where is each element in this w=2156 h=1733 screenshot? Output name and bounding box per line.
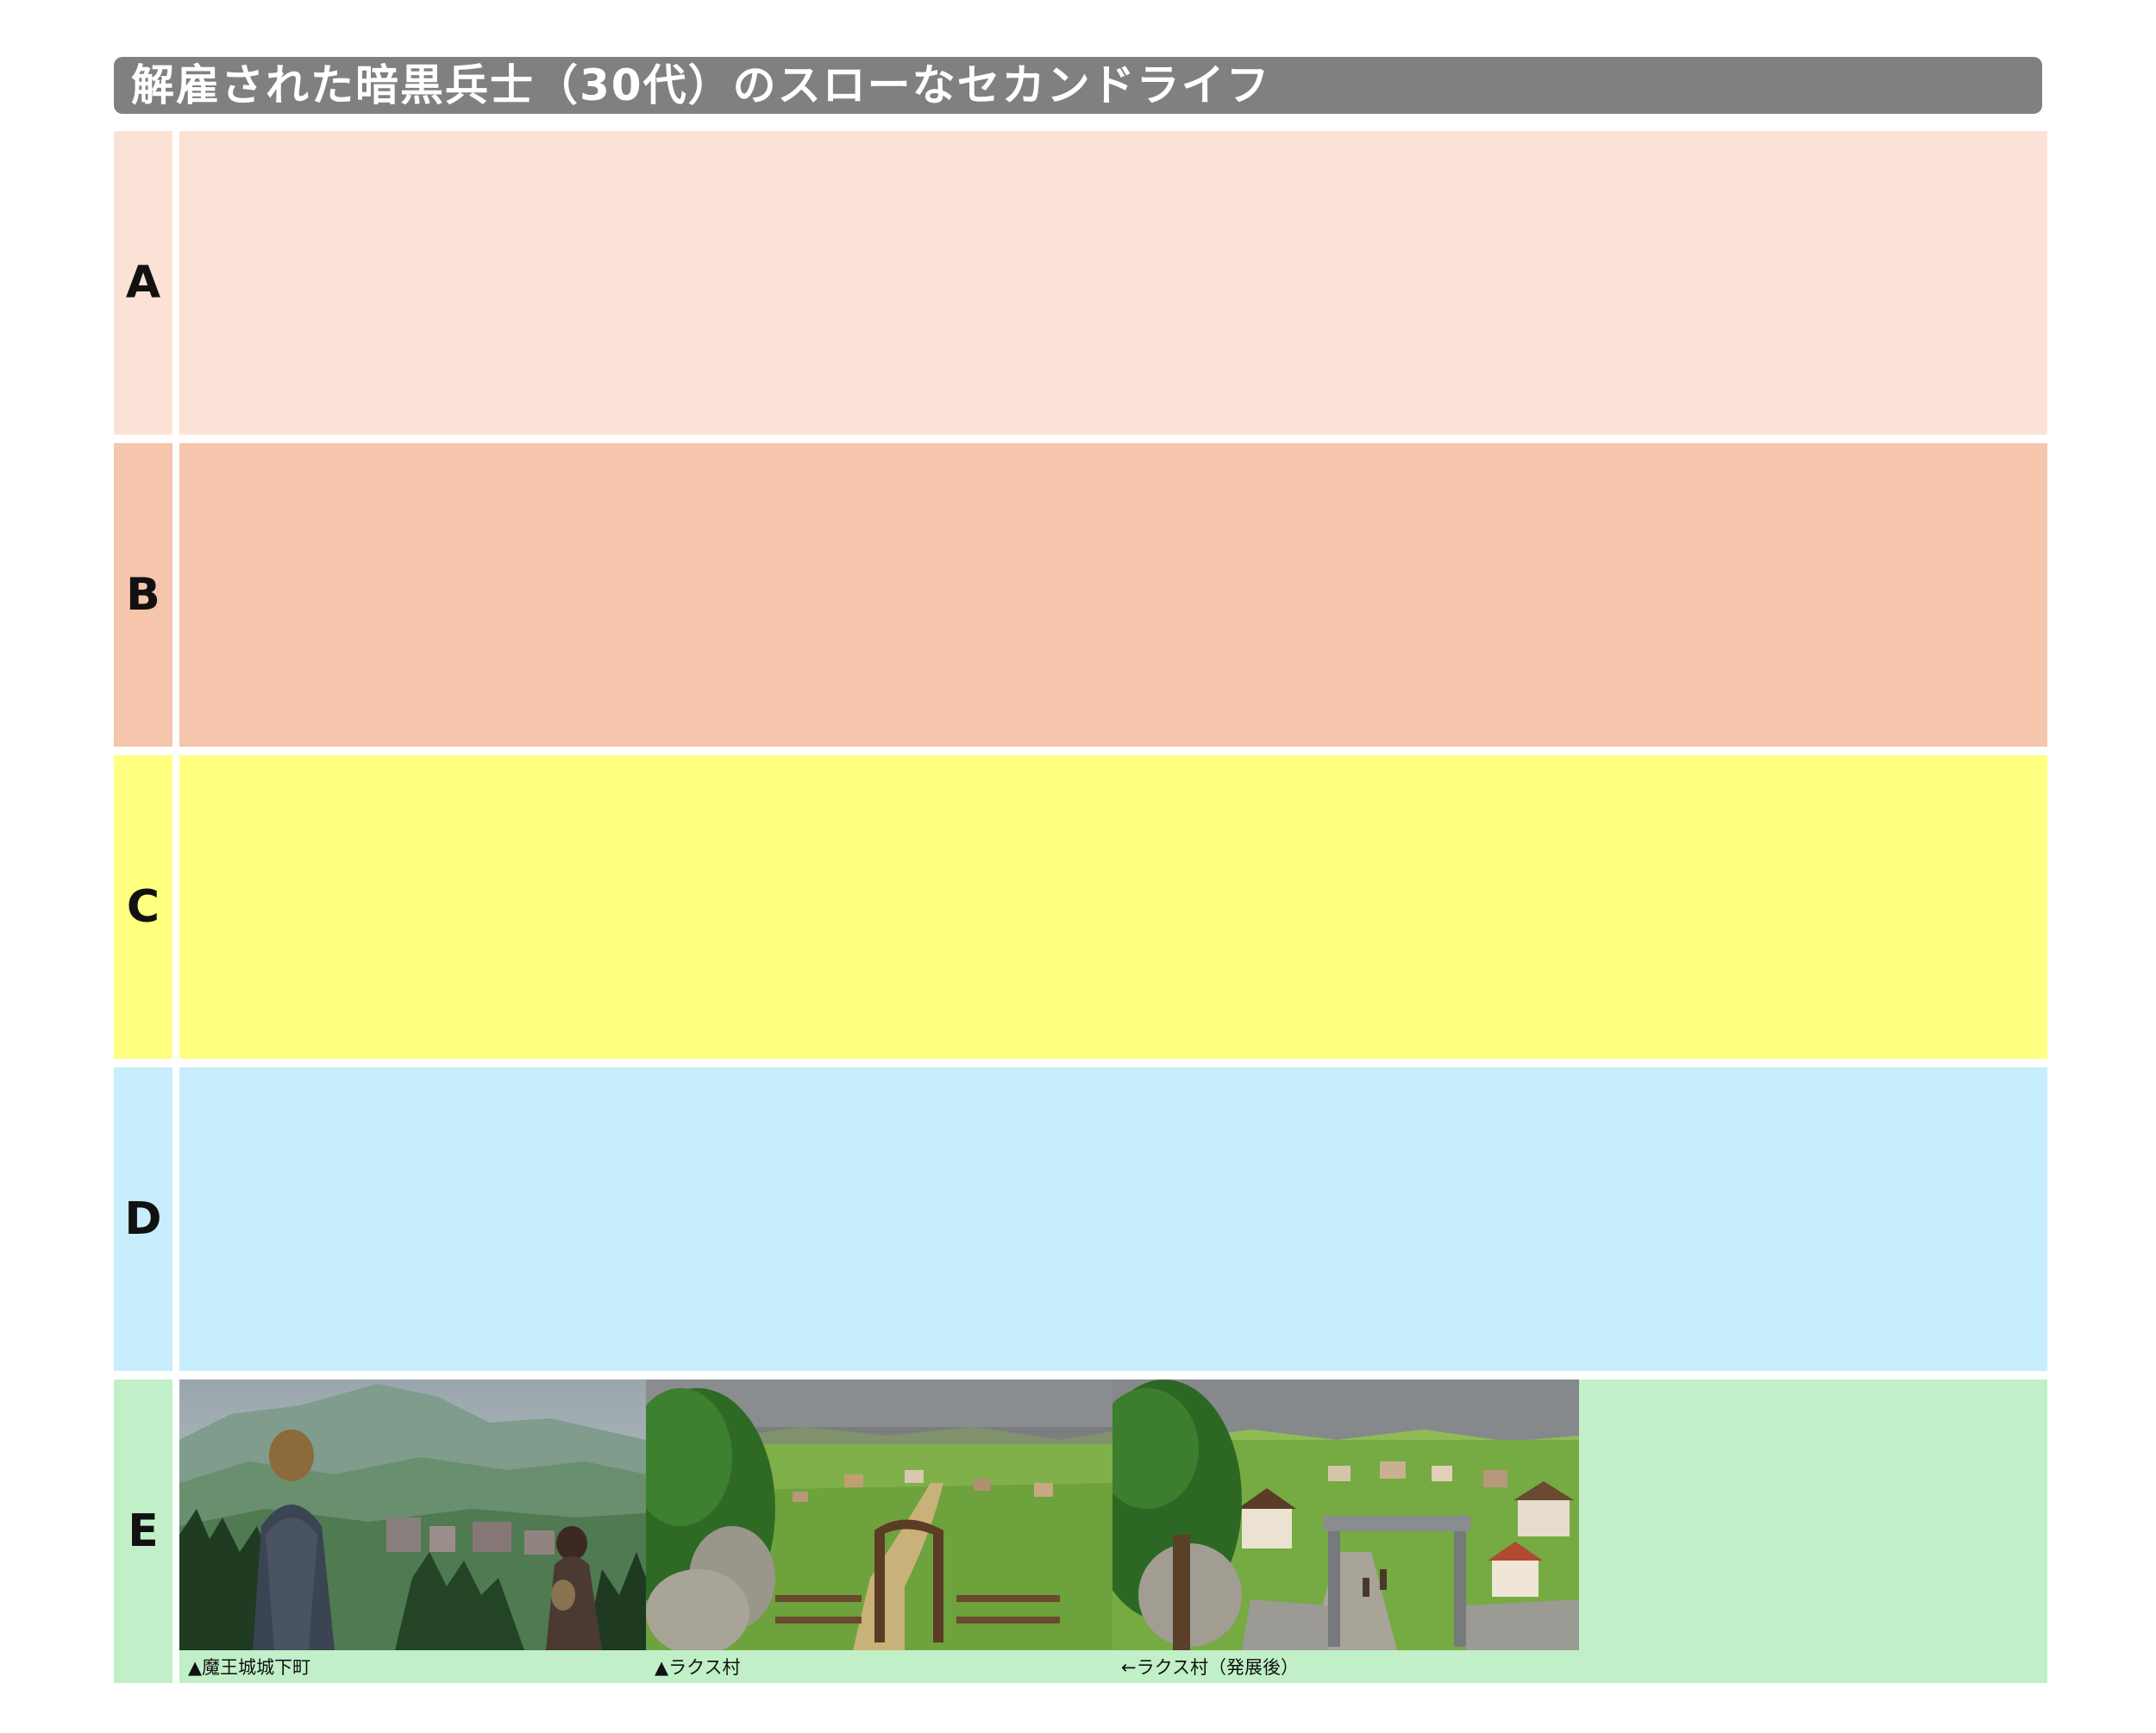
tier-row-d: D <box>114 1067 2047 1371</box>
tier-item-lux-village-developed[interactable]: ←ラクス村（発展後） <box>1112 1380 1579 1683</box>
tier-label-d: D <box>114 1067 172 1371</box>
page-title: 解雇された暗黒兵士（30代）のスローなセカンドライフ <box>114 57 2042 114</box>
tier-drop-zone-b[interactable] <box>179 443 2047 747</box>
tier-drop-zone-d[interactable] <box>179 1067 2047 1371</box>
tier-item-castle-town[interactable]: ▲魔王城城下町 <box>179 1380 646 1683</box>
tier-item-caption: ▲魔王城城下町 <box>188 1657 311 1678</box>
tier-row-a: A <box>114 131 2047 435</box>
tier-row-e: E ▲魔王城城下町 ▲ラクス村 ←ラクス村（発展後） <box>114 1380 2047 1683</box>
tier-drop-zone-a[interactable] <box>179 131 2047 435</box>
tier-label-e: E <box>114 1380 172 1683</box>
tier-label-c: C <box>114 755 172 1059</box>
tier-drop-zone-c[interactable] <box>179 755 2047 1059</box>
tier-item-caption: ▲ラクス村 <box>655 1657 741 1678</box>
tier-item-caption: ←ラクス村（発展後） <box>1121 1657 1299 1678</box>
castle-town-landscape-image <box>179 1380 646 1650</box>
lux-village-gate-image <box>646 1380 1112 1650</box>
tier-drop-zone-e[interactable]: ▲魔王城城下町 ▲ラクス村 ←ラクス村（発展後） <box>179 1380 2047 1683</box>
tier-row-c: C <box>114 755 2047 1059</box>
lux-village-developed-image <box>1112 1380 1579 1650</box>
tier-row-b: B <box>114 443 2047 747</box>
tier-label-b: B <box>114 443 172 747</box>
tier-label-a: A <box>114 131 172 435</box>
tier-item-lux-village[interactable]: ▲ラクス村 <box>646 1380 1112 1683</box>
